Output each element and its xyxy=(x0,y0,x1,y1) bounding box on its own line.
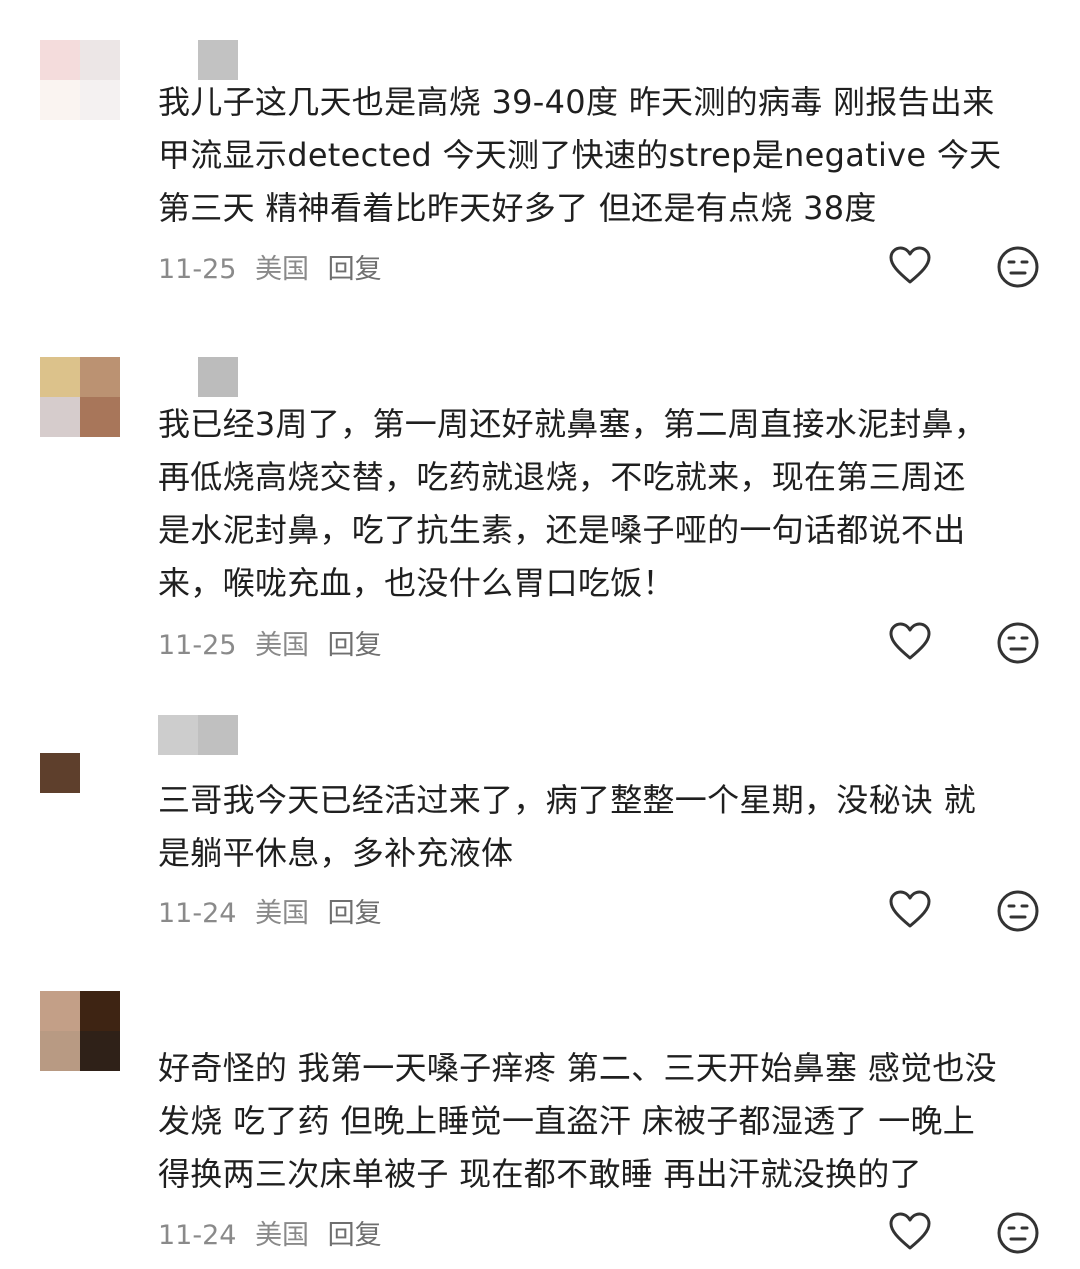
comment-location: 美国 xyxy=(255,254,310,285)
comment-line: 发烧 吃了药 但晚上睡觉一直盗汗 床被子都湿透了 一晚上 xyxy=(158,1102,976,1140)
comment-text: 我已经3周了，第一周还好就鼻塞，第二周直接水泥封鼻， 再低烧高烧交替，吃药就退烧… xyxy=(158,398,1058,610)
comment-line: 三哥我今天已经活过来了，病了整整一个星期，没秘诀 就 xyxy=(158,781,976,819)
username-redacted[interactable] xyxy=(158,715,238,755)
comment-date: 11-24 xyxy=(158,898,237,929)
avatar[interactable] xyxy=(40,357,120,437)
avatar-pixel xyxy=(80,991,120,1031)
comment-date: 11-25 xyxy=(158,254,237,285)
avatar[interactable] xyxy=(40,753,80,793)
username-pixel xyxy=(158,715,198,755)
comment-line: 是水泥封鼻，吃了抗生素，还是嗓子哑的一句话都说不出 xyxy=(158,511,966,549)
avatar[interactable] xyxy=(40,991,120,1071)
heart-outline-icon[interactable] xyxy=(888,620,932,664)
comment-meta: 11-24 美国 回复 xyxy=(158,1213,392,1252)
reply-button[interactable]: 回复 xyxy=(328,254,382,285)
username-pixel xyxy=(158,357,198,397)
avatar-pixel xyxy=(40,753,80,793)
reply-button[interactable]: 回复 xyxy=(328,1220,382,1251)
username-redacted[interactable] xyxy=(158,40,238,80)
avatar[interactable] xyxy=(40,40,120,120)
avatar-pixel xyxy=(40,357,80,397)
comment-meta: 11-24 美国 回复 xyxy=(158,891,392,930)
username-pixel xyxy=(158,40,198,80)
avatar-pixel xyxy=(40,991,80,1031)
avatar-pixel xyxy=(40,40,80,80)
comment-line: 第三天 精神看着比昨天好多了 但还是有点烧 38度 xyxy=(158,189,877,227)
comment-line: 再低烧高烧交替，吃药就退烧，不吃就来，现在第三周还 xyxy=(158,458,966,496)
meh-face-icon[interactable] xyxy=(996,1211,1040,1255)
avatar-pixel xyxy=(80,40,120,80)
avatar-pixel xyxy=(80,397,120,437)
comment-line: 来，喉咙充血，也没什么胃口吃饭！ xyxy=(158,564,675,602)
comment-location: 美国 xyxy=(255,1220,310,1251)
comment-line: 甲流显示detected 今天测了快速的strep是negative 今天 xyxy=(158,136,1002,174)
avatar-pixel xyxy=(40,397,80,437)
comment-line: 我已经3周了，第一周还好就鼻塞，第二周直接水泥封鼻， xyxy=(158,405,987,443)
meh-face-icon[interactable] xyxy=(996,621,1040,665)
heart-outline-icon[interactable] xyxy=(888,888,932,932)
avatar-pixel xyxy=(40,80,80,120)
comment-meta: 11-25 美国 回复 xyxy=(158,247,392,286)
comment-location: 美国 xyxy=(255,898,310,929)
meh-face-icon[interactable] xyxy=(996,245,1040,289)
comment-text: 我儿子这几天也是高烧 39-40度 昨天测的病毒 刚报告出来 甲流显示detec… xyxy=(158,76,1058,235)
comment-location: 美国 xyxy=(255,630,310,661)
avatar-pixel xyxy=(80,80,120,120)
meh-face-icon[interactable] xyxy=(996,889,1040,933)
username-redacted[interactable] xyxy=(158,357,238,397)
comment-date: 11-24 xyxy=(158,1220,237,1251)
avatar-pixel xyxy=(80,1031,120,1071)
comment-line: 我儿子这几天也是高烧 39-40度 昨天测的病毒 刚报告出来 xyxy=(158,83,995,121)
username-pixel xyxy=(198,40,238,80)
heart-outline-icon[interactable] xyxy=(888,1210,932,1254)
comment-text: 三哥我今天已经活过来了，病了整整一个星期，没秘诀 就 是躺平休息，多补充液体 xyxy=(158,774,1058,880)
avatar-pixel xyxy=(40,1031,80,1071)
comment-date: 11-25 xyxy=(158,630,237,661)
comment-line: 好奇怪的 我第一天嗓子痒疼 第二、三天开始鼻塞 感觉也没 xyxy=(158,1049,997,1087)
heart-outline-icon[interactable] xyxy=(888,244,932,288)
comment-meta: 11-25 美国 回复 xyxy=(158,623,392,662)
comment-text: 好奇怪的 我第一天嗓子痒疼 第二、三天开始鼻塞 感觉也没 发烧 吃了药 但晚上睡… xyxy=(158,1042,1058,1201)
avatar-pixel xyxy=(80,357,120,397)
reply-button[interactable]: 回复 xyxy=(328,898,382,929)
username-pixel xyxy=(198,715,238,755)
username-pixel xyxy=(198,357,238,397)
comment-line: 得换两三次床单被子 现在都不敢睡 再出汗就没换的了 xyxy=(158,1155,922,1193)
comment-line: 是躺平休息，多补充液体 xyxy=(158,834,514,872)
reply-button[interactable]: 回复 xyxy=(328,630,382,661)
